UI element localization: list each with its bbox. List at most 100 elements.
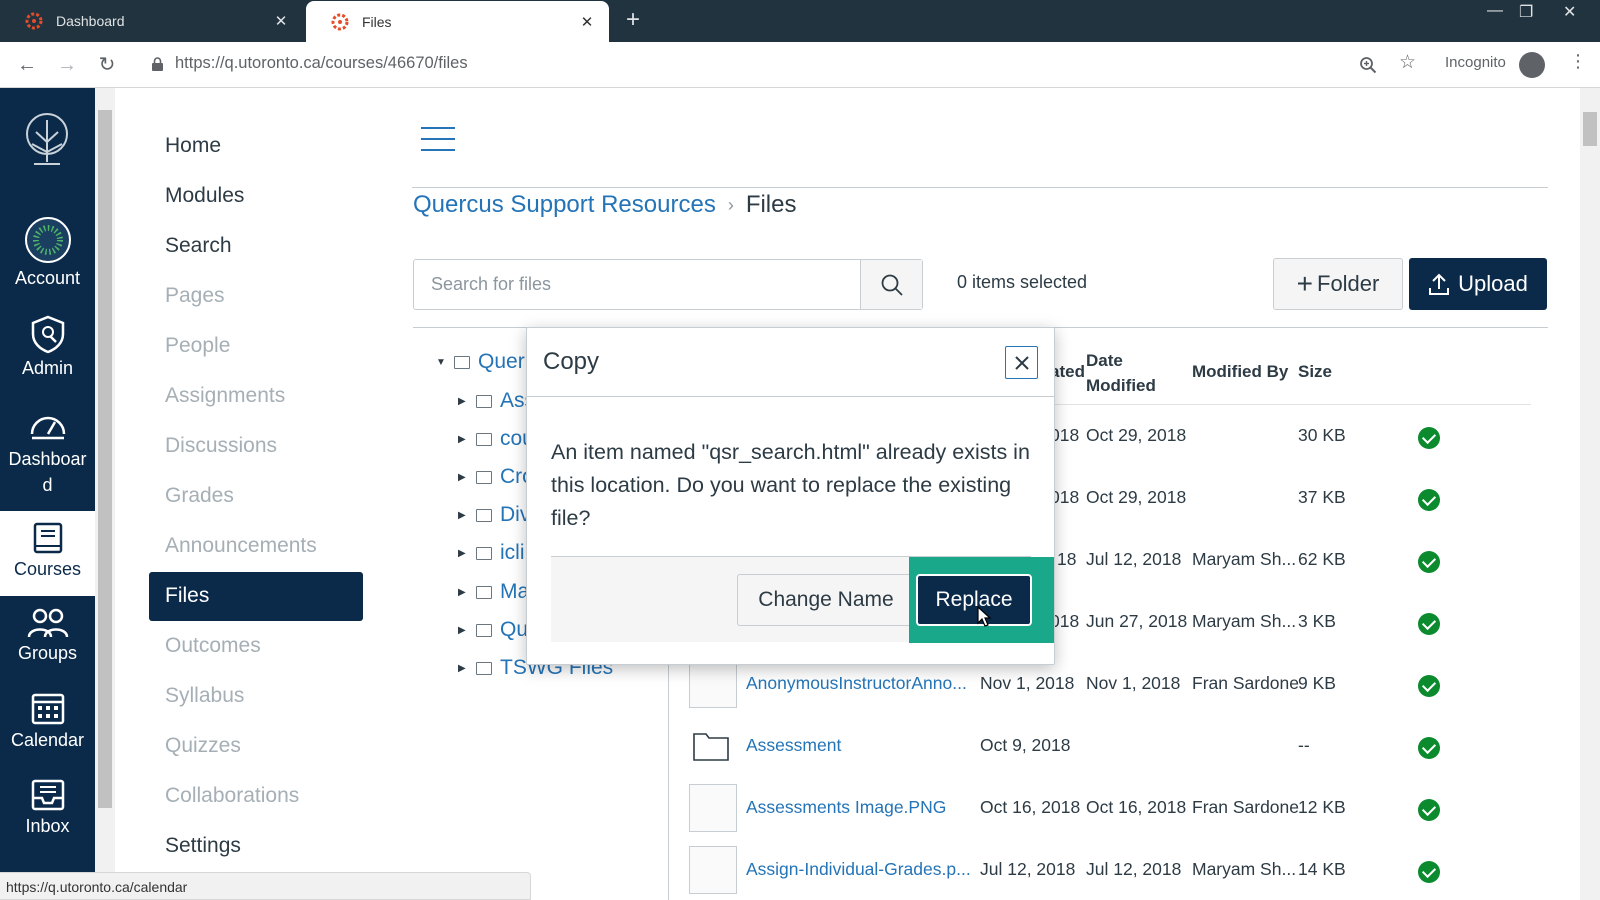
- dialog-close-button[interactable]: [1005, 346, 1038, 379]
- course-nav-item-home[interactable]: Home: [165, 134, 221, 158]
- tree-folder[interactable]: ▶ Ma: [458, 580, 529, 604]
- global-nav-account[interactable]: Account: [0, 216, 95, 289]
- folder-icon: [476, 546, 492, 560]
- incognito-label: Incognito: [1445, 54, 1506, 71]
- hamburger-menu-icon[interactable]: [421, 127, 455, 160]
- course-nav-item-pages[interactable]: Pages: [165, 284, 225, 308]
- incognito-icon[interactable]: [1519, 52, 1545, 78]
- global-nav-label: Calendar: [10, 730, 85, 750]
- file-thumbnail[interactable]: [689, 846, 737, 894]
- browser-tab-dashboard[interactable]: Dashboard ✕: [0, 0, 303, 42]
- file-thumbnail[interactable]: [689, 660, 737, 708]
- cell-date-modified: Nov 1, 2018: [1086, 673, 1181, 693]
- file-name-link[interactable]: Assign-Individual-Grades.p...: [746, 859, 971, 880]
- forward-icon[interactable]: →: [54, 52, 80, 78]
- course-nav-item-discussions[interactable]: Discussions: [165, 434, 277, 458]
- course-nav-item-syllabus[interactable]: Syllabus: [165, 684, 244, 708]
- course-nav-item-quizzes[interactable]: Quizzes: [165, 734, 241, 758]
- scrollbar-thumb[interactable]: [98, 110, 112, 808]
- add-folder-button[interactable]: + Folder: [1273, 258, 1403, 310]
- collapse-triangle-icon[interactable]: ▶: [458, 510, 472, 521]
- column-header-modified-by[interactable]: Modified By: [1192, 362, 1288, 382]
- course-nav-item-people[interactable]: People: [165, 334, 230, 358]
- change-name-button[interactable]: Change Name: [737, 574, 915, 626]
- tab-close-icon[interactable]: ✕: [271, 12, 291, 30]
- file-thumbnail[interactable]: [689, 784, 737, 832]
- page-scrollbar[interactable]: [1580, 88, 1600, 900]
- replace-button[interactable]: Replace: [916, 574, 1032, 626]
- global-nav-groups[interactable]: Groups: [0, 607, 95, 664]
- global-nav-inbox[interactable]: Inbox: [0, 778, 95, 837]
- file-name-link[interactable]: Assessment: [746, 735, 841, 756]
- url-field[interactable]: https://q.utoronto.ca/courses/46670/file…: [152, 54, 468, 73]
- browser-tab-files[interactable]: Files ✕: [306, 1, 609, 42]
- file-name-link[interactable]: Assessments Image.PNG: [746, 797, 946, 818]
- restore-icon[interactable]: ❐: [1519, 2, 1533, 22]
- new-tab-icon[interactable]: +: [626, 8, 640, 32]
- upload-button[interactable]: Upload: [1409, 258, 1547, 310]
- search-input[interactable]: Search for files: [413, 259, 923, 310]
- tree-folder[interactable]: ▶ Ass: [458, 389, 535, 413]
- search-button[interactable]: [860, 260, 922, 309]
- course-nav-item-files[interactable]: Files: [149, 572, 363, 621]
- published-check-icon[interactable]: [1418, 861, 1440, 883]
- course-nav-item-search[interactable]: Search: [165, 234, 232, 258]
- folder-icon: [476, 661, 492, 675]
- global-nav-admin[interactable]: Admin: [0, 314, 95, 379]
- window-close-icon[interactable]: ✕: [1563, 2, 1576, 22]
- global-nav-dashboard[interactable]: Dashboard: [0, 408, 95, 498]
- course-nav-item-announcements[interactable]: Announcements: [165, 534, 317, 558]
- global-nav-calendar[interactable]: Calendar: [0, 690, 95, 751]
- tree-folder-root[interactable]: ▼ Quer: [436, 350, 525, 374]
- reload-icon[interactable]: ↻: [94, 52, 120, 78]
- bookmark-star-icon[interactable]: ☆: [1399, 51, 1416, 74]
- published-check-icon[interactable]: [1418, 551, 1440, 573]
- menu-kebab-icon[interactable]: ⋮: [1569, 51, 1587, 72]
- collapse-triangle-icon[interactable]: ▶: [458, 587, 472, 598]
- tab-close-icon[interactable]: ✕: [577, 13, 597, 31]
- column-header-date-modified[interactable]: Date Modified: [1086, 348, 1186, 398]
- published-check-icon[interactable]: [1418, 489, 1440, 511]
- course-nav-item-assignments[interactable]: Assignments: [165, 384, 285, 408]
- collapse-triangle-icon[interactable]: ▶: [458, 472, 472, 483]
- global-nav-courses[interactable]: Courses: [0, 511, 95, 596]
- global-nav-label: Courses: [13, 559, 82, 579]
- course-nav-item-grades[interactable]: Grades: [165, 484, 234, 508]
- published-check-icon[interactable]: [1418, 799, 1440, 821]
- file-name-link[interactable]: AnonymousInstructorAnno...: [746, 673, 967, 694]
- expand-triangle-icon[interactable]: ▼: [436, 357, 450, 368]
- collapse-triangle-icon[interactable]: ▶: [458, 548, 472, 559]
- column-header-date-created[interactable]: ated: [1050, 362, 1085, 382]
- column-header-size[interactable]: Size: [1298, 362, 1332, 382]
- cell-size: 14 KB: [1298, 859, 1346, 879]
- tree-folder[interactable]: ▶ cou: [458, 427, 534, 451]
- tree-folder[interactable]: ▶ Qu: [458, 618, 528, 642]
- breadcrumb-course-link[interactable]: Quercus Support Resources: [413, 191, 716, 219]
- dialog-footer: Change Name Replace: [551, 556, 1054, 643]
- search-icon: [881, 274, 903, 296]
- tree-folder[interactable]: ▶ Cro: [458, 465, 534, 489]
- minimize-icon[interactable]: —: [1487, 2, 1503, 20]
- collapse-triangle-icon[interactable]: ▶: [458, 625, 472, 636]
- course-nav-item-outcomes[interactable]: Outcomes: [165, 634, 261, 658]
- back-icon[interactable]: ←: [14, 52, 40, 78]
- course-nav-item-modules[interactable]: Modules: [165, 184, 244, 208]
- cell-date-modified: Jun 27, 2018: [1086, 611, 1188, 631]
- published-check-icon[interactable]: [1418, 737, 1440, 759]
- tree-folder[interactable]: ▶ icli: [458, 541, 525, 565]
- cell-date-modified: Jul 12, 2018: [1086, 549, 1182, 569]
- published-check-icon[interactable]: [1418, 427, 1440, 449]
- collapse-triangle-icon[interactable]: ▶: [458, 396, 472, 407]
- course-nav-item-collaborations[interactable]: Collaborations: [165, 784, 299, 808]
- scrollbar-thumb[interactable]: [1583, 112, 1597, 146]
- published-check-icon[interactable]: [1418, 675, 1440, 697]
- tree-folder[interactable]: ▶ Div: [458, 503, 530, 527]
- zoom-icon[interactable]: [1359, 56, 1377, 74]
- collapse-triangle-icon[interactable]: ▶: [458, 434, 472, 445]
- course-nav-scrollbar[interactable]: [95, 88, 115, 900]
- published-check-icon[interactable]: [1418, 613, 1440, 635]
- university-logo-icon[interactable]: [18, 110, 76, 174]
- course-nav-item-settings[interactable]: Settings: [165, 834, 241, 858]
- collapse-triangle-icon[interactable]: ▶: [458, 663, 472, 674]
- dialog-message: An item named "qsr_search.html" already …: [551, 440, 1030, 530]
